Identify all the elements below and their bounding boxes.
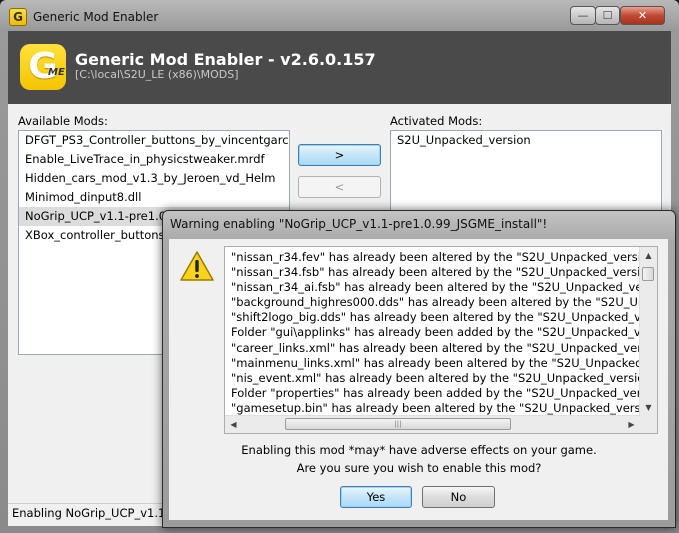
- conflict-message-line: "nissan_r34_ai.fsb" has already been alt…: [231, 280, 640, 295]
- conflict-message-line: "mainmenu_links.xml" has already been al…: [231, 355, 640, 370]
- list-item[interactable]: Enable_LiveTrace_in_physicstweaker.mrdf: [19, 150, 289, 169]
- warning-icon: [180, 251, 214, 281]
- list-item[interactable]: S2U_Unpacked_version: [391, 131, 661, 150]
- window-title: Generic Mod Enabler: [33, 10, 159, 24]
- close-button[interactable]: ✕: [620, 6, 665, 25]
- confirm-question-text: Are you sure you wish to enable this mod…: [296, 461, 542, 475]
- list-item[interactable]: Hidden_cars_mod_v1.3_by_Jeroen_vd_Helm: [19, 169, 289, 188]
- activate-mod-button[interactable]: >: [298, 144, 381, 166]
- scroll-up-icon[interactable]: ▲: [640, 247, 657, 264]
- scroll-left-icon[interactable]: ◀: [225, 416, 242, 433]
- list-item[interactable]: DFGT_PS3_Controller_buttons_by_vincentga…: [19, 131, 289, 150]
- conflict-message-line: "career_links.xml" has already been alte…: [231, 340, 640, 355]
- yes-button[interactable]: Yes: [340, 486, 412, 508]
- activated-mods-label: Activated Mods:: [390, 114, 483, 128]
- minimize-button[interactable]: —: [570, 6, 596, 25]
- vertical-scroll-thumb[interactable]: [642, 267, 654, 281]
- mods-path: [C:\local\S2U_LE (x86)\MODS]: [75, 68, 239, 81]
- warning-dialog: Warning enabling "NoGrip_UCP_v1.1-pre1.0…: [162, 210, 676, 528]
- conflict-message-line: Folder "properties" has already been add…: [231, 385, 640, 400]
- maximize-button[interactable]: ☐: [595, 6, 620, 25]
- logo-sub: ME: [48, 67, 65, 78]
- scroll-down-icon[interactable]: ▼: [640, 399, 657, 416]
- gme-logo: G ME: [20, 44, 66, 90]
- scroll-right-icon[interactable]: ▶: [623, 416, 640, 433]
- horizontal-scrollbar[interactable]: ◀ ||| ▶: [225, 415, 640, 433]
- vertical-scrollbar[interactable]: ▲ ▼: [639, 247, 657, 416]
- no-button[interactable]: No: [422, 486, 495, 508]
- scroll-corner: [640, 416, 657, 433]
- conflict-message-line: "gamesetup.bin" has already been altered…: [231, 400, 640, 415]
- conflict-message-line: "nissan_r34.fev" has already been altere…: [231, 250, 640, 264]
- conflict-message-line: Folder "gui\applinks" has already been a…: [231, 325, 640, 340]
- conflict-message-line: "shift2logo_big.dds" has already been al…: [231, 310, 640, 325]
- deactivate-mod-button[interactable]: <: [298, 176, 381, 198]
- app-title: Generic Mod Enabler - v2.6.0.157: [75, 50, 376, 69]
- horizontal-scroll-thumb[interactable]: |||: [285, 418, 511, 430]
- available-mods-label: Available Mods:: [18, 114, 108, 128]
- adverse-effects-text: Enabling this mod *may* have adverse eff…: [241, 443, 597, 457]
- dialog-title: Warning enabling "NoGrip_UCP_v1.1-pre1.0…: [170, 217, 548, 231]
- list-item[interactable]: Minimod_dinput8.dll: [19, 188, 289, 207]
- gme-icon: G: [9, 8, 27, 26]
- conflict-message-line: "background_highres000.dds" has already …: [231, 295, 640, 310]
- conflict-message-line: "nis_event.xml" has already been altered…: [231, 370, 640, 385]
- conflict-messages[interactable]: "nissan_r34.fev" has already been altere…: [224, 246, 658, 434]
- conflict-message-line: "nissan_r34.fsb" has already been altere…: [231, 265, 640, 280]
